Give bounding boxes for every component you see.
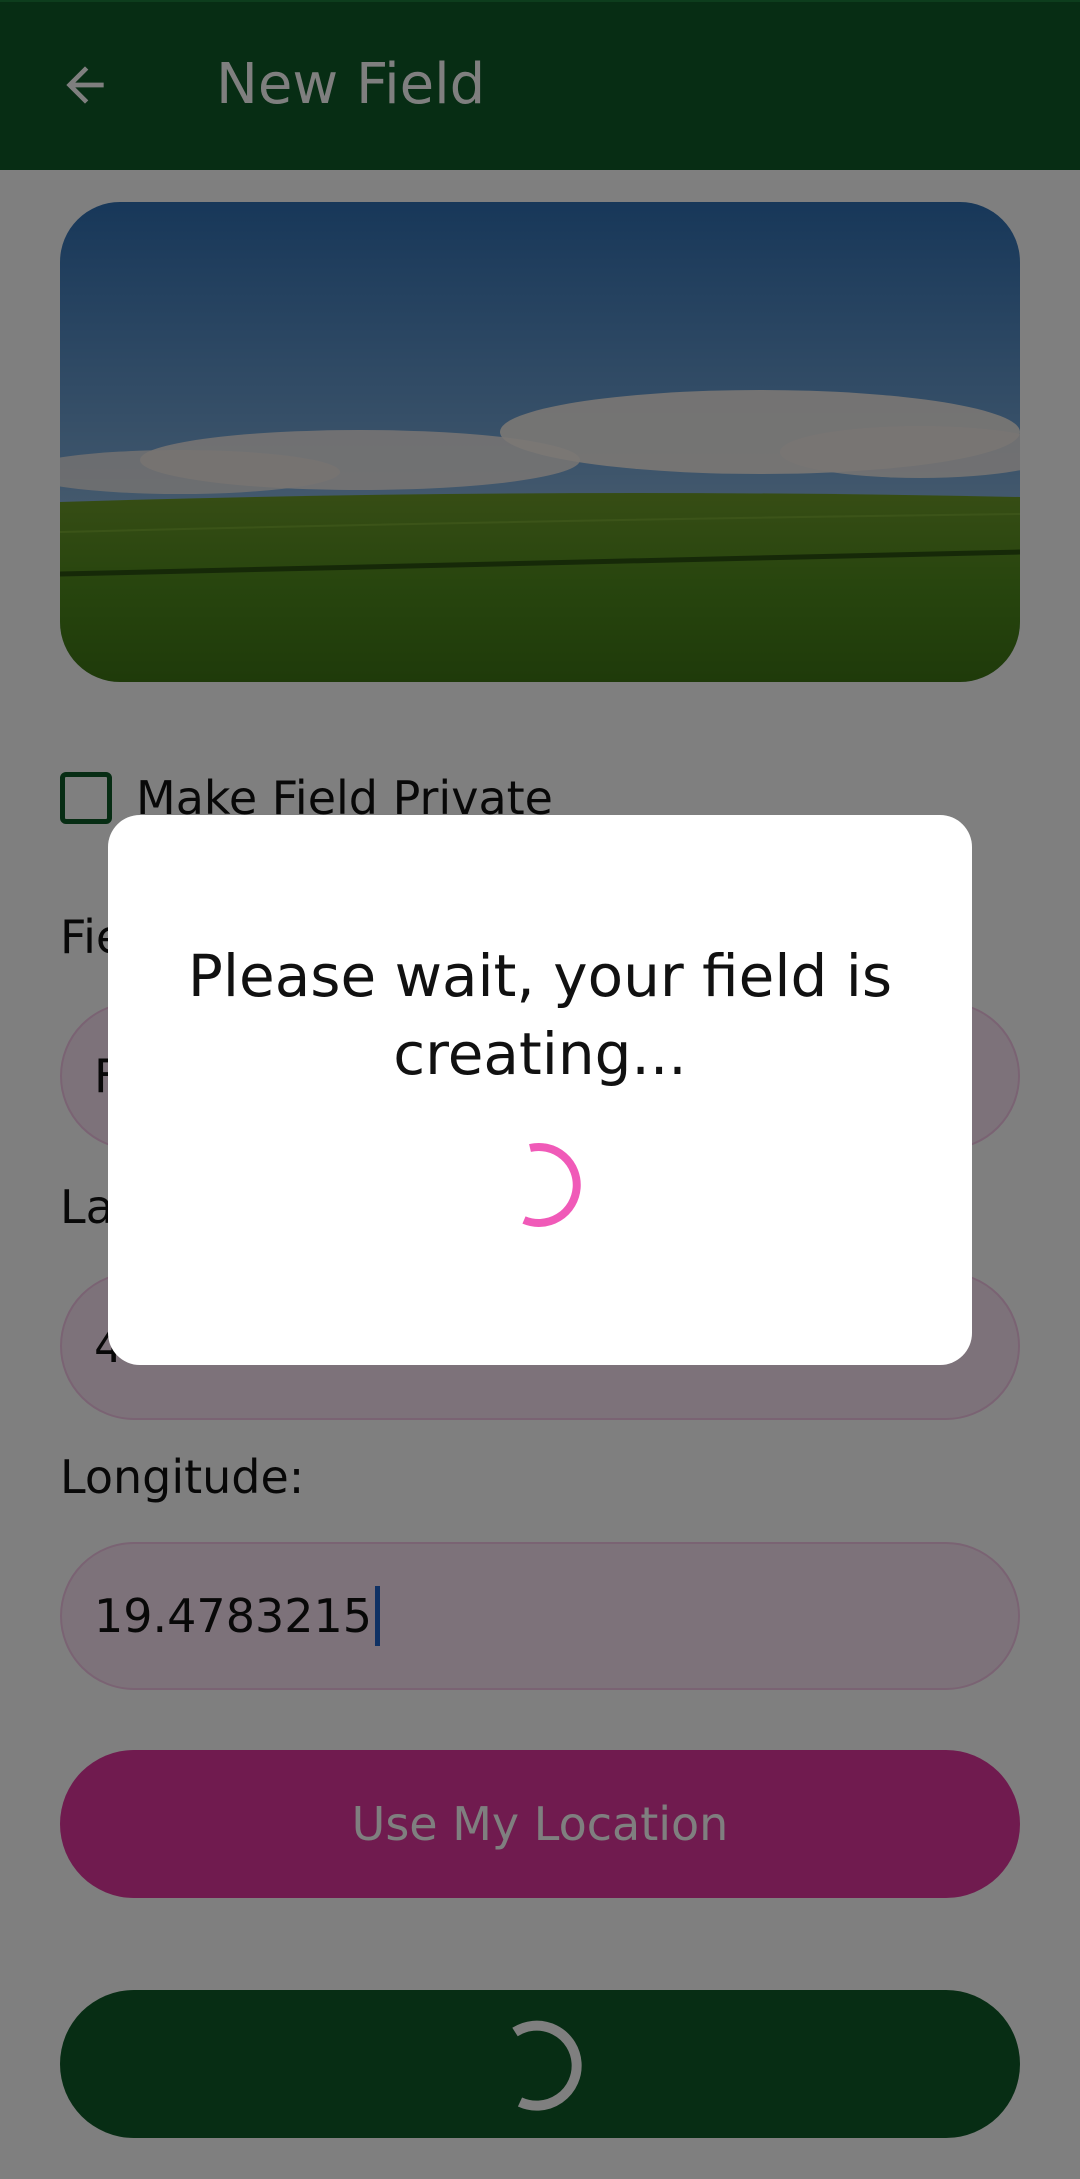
loading-dialog: Please wait, your field is creating... (108, 815, 972, 1365)
dialog-spinner (498, 1140, 588, 1234)
dialog-message: Please wait, your field is creating... (187, 942, 893, 1088)
loading-spinner-icon (522, 1143, 581, 1227)
